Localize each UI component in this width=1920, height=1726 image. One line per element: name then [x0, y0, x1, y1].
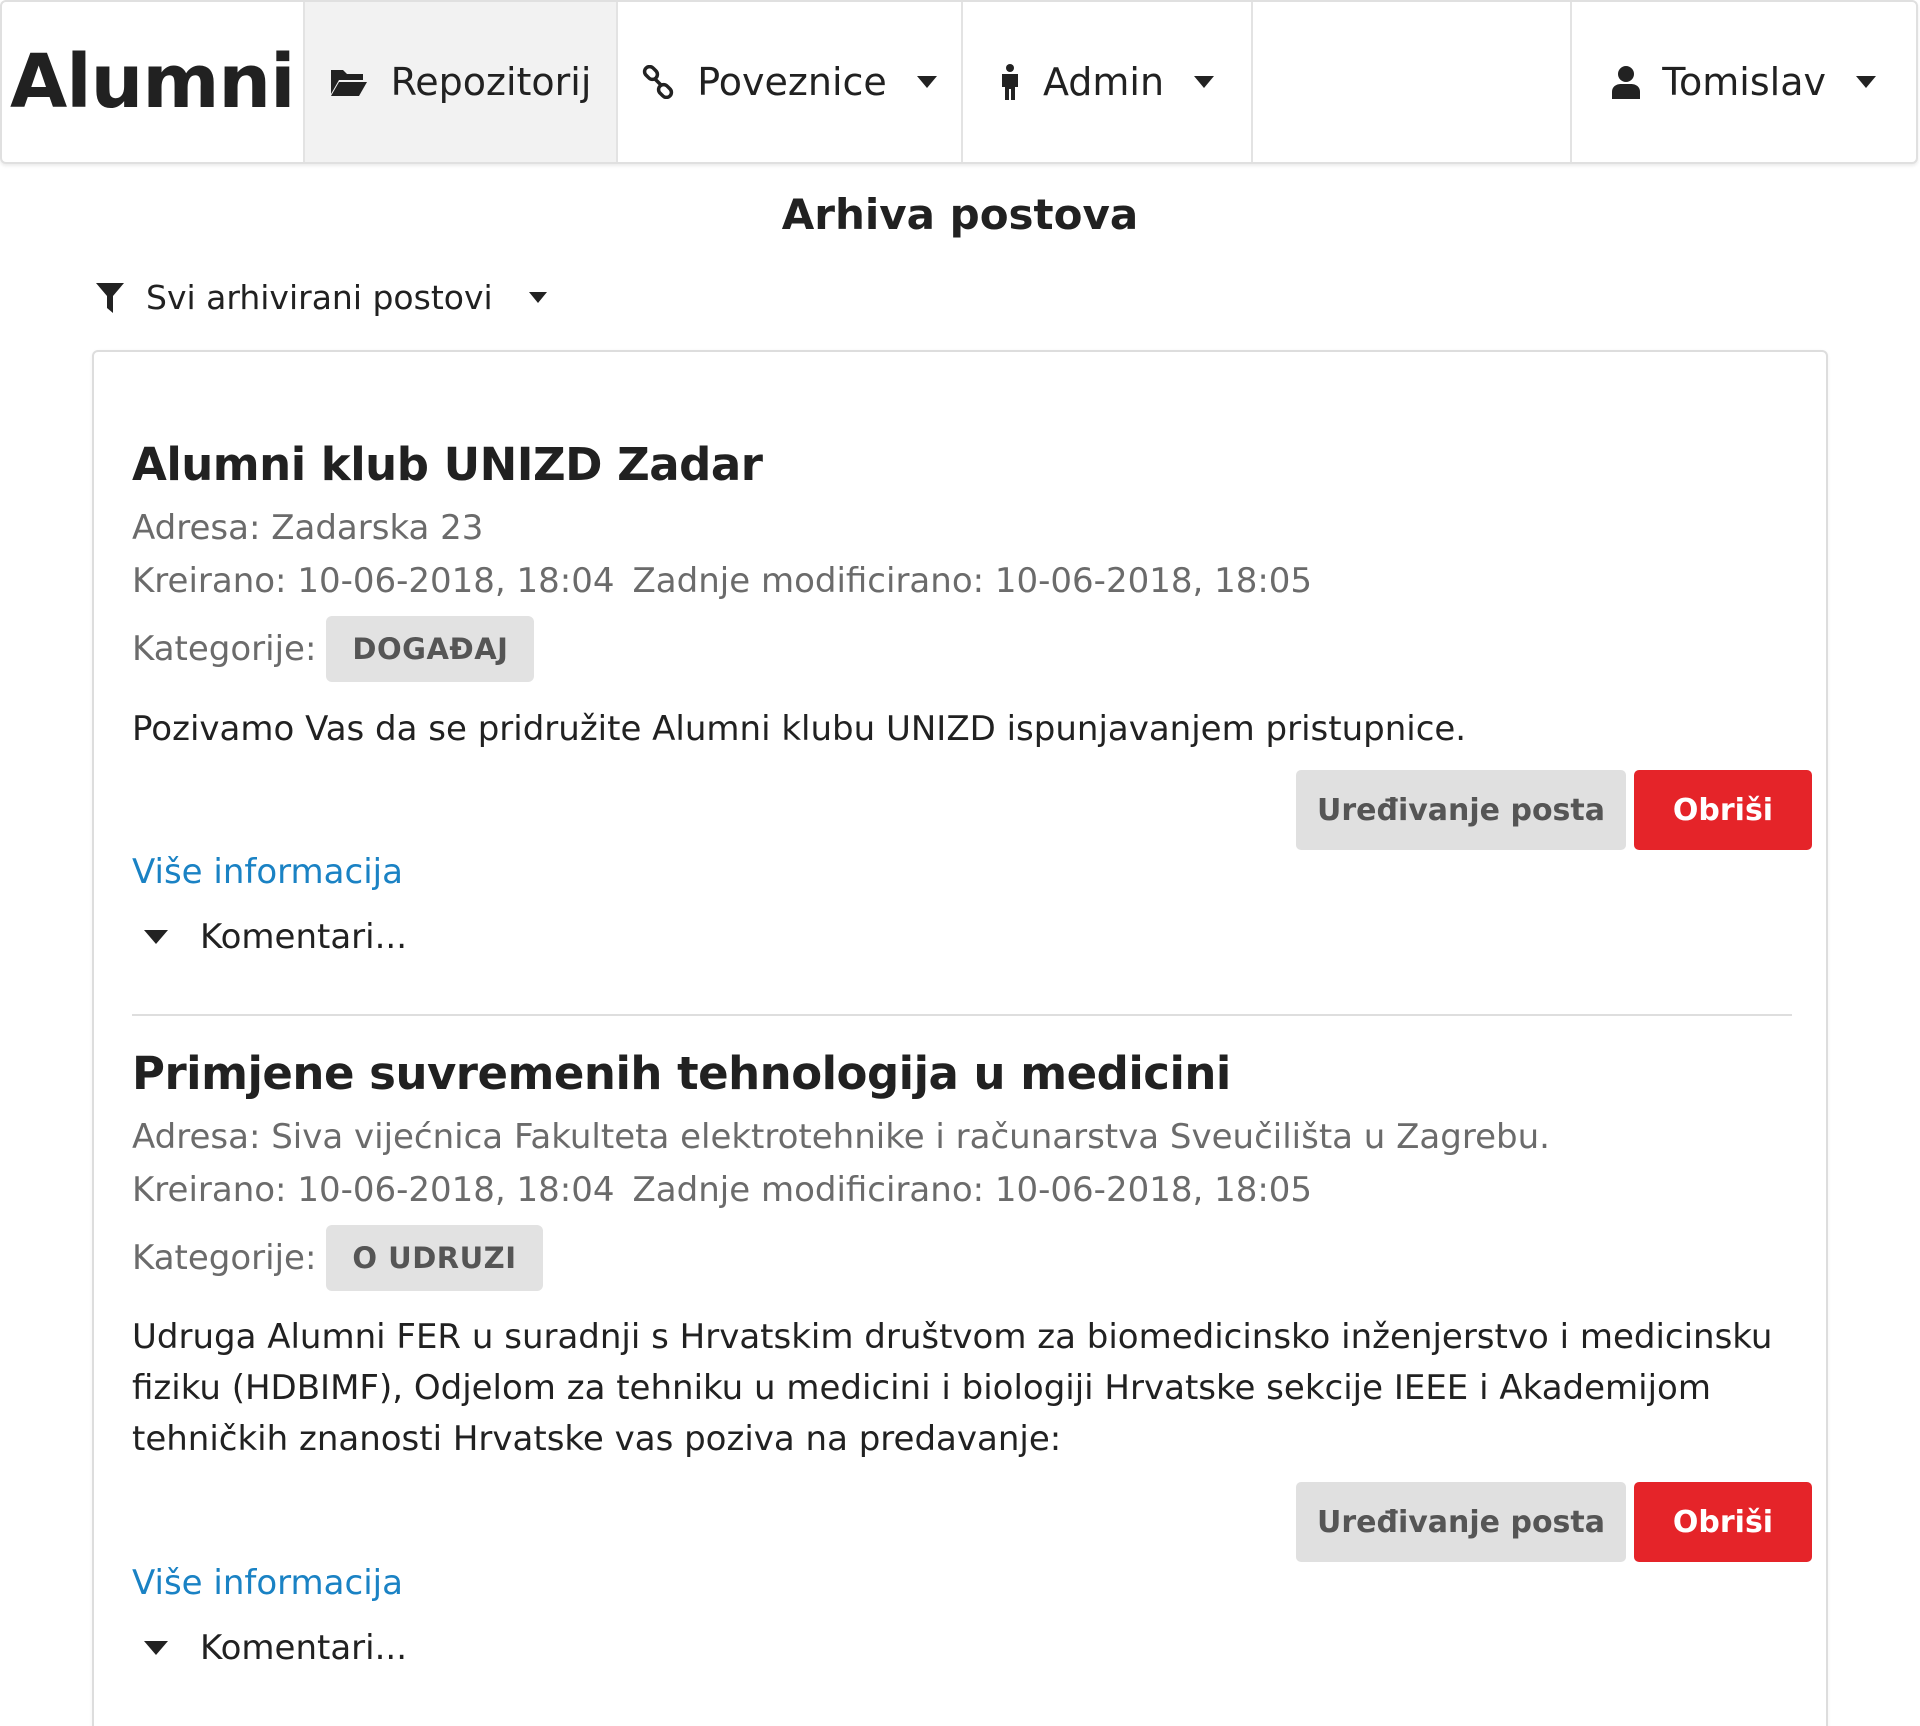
- more-info-link[interactable]: Više informacija: [132, 1563, 1792, 1603]
- edit-post-button[interactable]: Uređivanje posta: [1296, 770, 1626, 850]
- page-title: Arhiva postova: [781, 190, 1139, 239]
- brand-logo[interactable]: Alumni: [2, 2, 305, 162]
- post-modified: Zadnje modificirano: 10-06-2018, 18:05: [632, 1170, 1313, 1210]
- folder-open-icon: [329, 66, 369, 98]
- post-divider: [132, 1014, 1792, 1016]
- post-address: Adresa: Zadarska 23: [132, 508, 484, 548]
- nav-user-dropdown[interactable]: Tomislav: [1572, 2, 1916, 162]
- post-actions: Uređivanje posta Obriši: [1296, 770, 1812, 850]
- post-body: Udruga Alumni FER u suradnji s Hrvatskim…: [132, 1317, 1773, 1459]
- post-dates: Kreirano: 10-06-2018, 18:04 Zadnje modifi…: [132, 1170, 1792, 1210]
- post-actions: Uređivanje posta Obriši: [1296, 1482, 1812, 1562]
- top-navbar: Alumni Repozitorij Poveznice Admin Tomis…: [0, 0, 1918, 164]
- nav-user-label: Tomislav: [1662, 60, 1826, 104]
- delete-post-button[interactable]: Obriši: [1634, 1482, 1812, 1562]
- filter-icon: [96, 282, 124, 313]
- categories-label: Kategorije:: [132, 1238, 317, 1278]
- link-icon: [641, 65, 675, 99]
- comments-toggle[interactable]: Komentari...: [132, 1628, 1792, 1668]
- post-categories: Kategorije: DOGAĐAJ: [132, 616, 1792, 682]
- post-body: Pozivamo Vas da se pridružite Alumni klu…: [132, 709, 1467, 749]
- nav-repozitorij-label: Repozitorij: [390, 60, 592, 104]
- category-badge: DOGAĐAJ: [326, 616, 535, 682]
- nav-poveznice-dropdown[interactable]: Poveznice: [618, 2, 963, 162]
- archive-filter-dropdown[interactable]: Svi arhivirani postovi: [96, 278, 547, 317]
- post-created: Kreirano: 10-06-2018, 18:04: [132, 1170, 615, 1210]
- nav-admin-dropdown[interactable]: Admin: [963, 2, 1253, 162]
- post-address: Adresa: Siva vijećnica Fakulteta elektro…: [132, 1117, 1550, 1157]
- post-modified: Zadnje modificirano: 10-06-2018, 18:05: [632, 561, 1313, 601]
- post-categories: Kategorije: O UDRUZI: [132, 1225, 1792, 1291]
- post-created: Kreirano: 10-06-2018, 18:04: [132, 561, 615, 601]
- filter-label: Svi arhivirani postovi: [146, 278, 493, 317]
- navbar-spacer: [1253, 2, 1573, 162]
- delete-post-button[interactable]: Obriši: [1634, 770, 1812, 850]
- comments-label: Komentari...: [200, 1628, 408, 1668]
- chevron-down-icon: [1194, 76, 1215, 88]
- male-figure-icon: [999, 64, 1021, 100]
- nav-repozitorij[interactable]: Repozitorij: [304, 2, 618, 162]
- caret-down-icon: [144, 930, 168, 944]
- post-dates: Kreirano: 10-06-2018, 18:04 Zadnje modifi…: [132, 561, 1792, 601]
- caret-down-icon: [144, 1641, 168, 1655]
- nav-poveznice-label: Poveznice: [697, 60, 887, 104]
- comments-label: Komentari...: [200, 917, 408, 957]
- more-info-link[interactable]: Više informacija: [132, 852, 1792, 892]
- comments-toggle[interactable]: Komentari...: [132, 917, 1792, 957]
- category-badge: O UDRUZI: [326, 1225, 543, 1291]
- categories-label: Kategorije:: [132, 629, 317, 669]
- post-title: Primjene suvremenih tehnologija u medici…: [132, 1047, 1231, 1100]
- chevron-down-icon: [528, 292, 547, 303]
- chevron-down-icon: [916, 76, 937, 88]
- user-icon: [1612, 65, 1641, 99]
- chevron-down-icon: [1856, 76, 1876, 88]
- edit-post-button[interactable]: Uređivanje posta: [1296, 1482, 1626, 1562]
- post-title: Alumni klub UNIZD Zadar: [132, 438, 763, 491]
- nav-admin-label: Admin: [1042, 60, 1165, 104]
- posts-archive-card: Alumni klub UNIZD Zadar Adresa: Zadarska…: [92, 350, 1828, 1726]
